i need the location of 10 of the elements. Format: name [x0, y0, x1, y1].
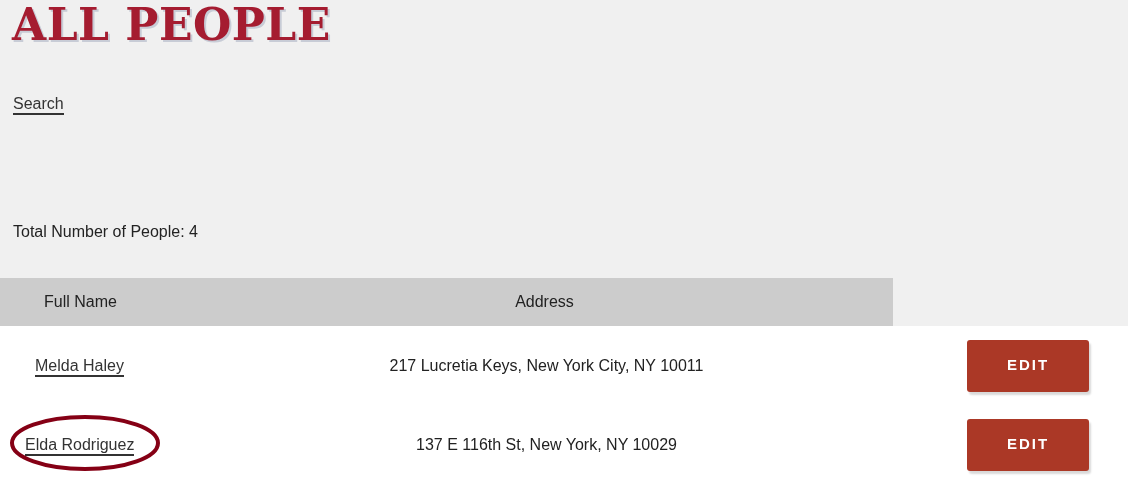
name-link[interactable]: Melda Haley [35, 356, 124, 377]
page-title: ALL PEOPLE [12, 2, 331, 48]
total-count: Total Number of People: 4 [13, 223, 199, 241]
address-cell: 137 E 116th St, New York, NY 10029 [416, 435, 677, 453]
edit-button[interactable]: EDIT [967, 418, 1089, 471]
edit-button[interactable]: EDIT [967, 339, 1089, 392]
column-header: Address [515, 293, 574, 310]
address-cell: 217 Lucretia Keys, New York City, NY 10011 [389, 356, 704, 374]
search-link[interactable]: Search [13, 95, 64, 115]
column-header: Full Name [44, 293, 117, 310]
